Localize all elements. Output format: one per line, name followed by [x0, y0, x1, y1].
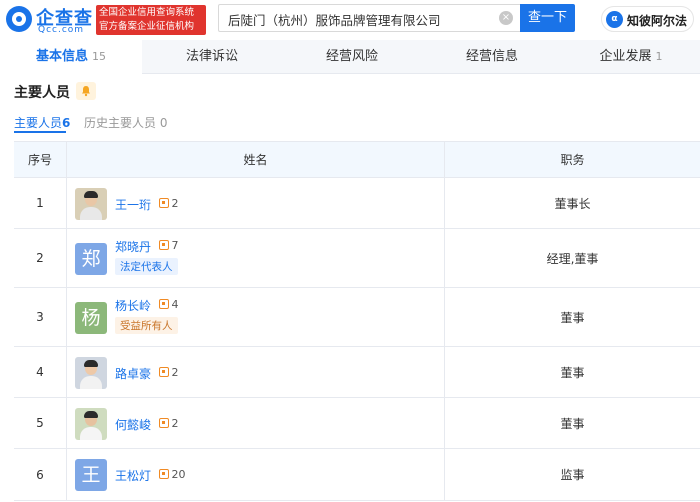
official-badge: 全国企业信用查询系统 官方备案企业征信机构 — [96, 5, 206, 35]
row-index: 6 — [36, 467, 44, 482]
row-index: 5 — [36, 416, 44, 430]
role-cell: 经理,董事 — [444, 229, 700, 287]
law-alpha-button[interactable]: α 知彼阿尔法 — [601, 6, 694, 32]
avatar[interactable] — [75, 357, 107, 389]
name-cell: 王王松灯 20 — [66, 449, 444, 500]
relation-icon — [158, 299, 169, 309]
search-button[interactable]: 查一下 — [520, 4, 575, 32]
related-companies-count[interactable]: 2 — [158, 197, 179, 210]
table-header: 序号 姓名 职务 — [14, 142, 700, 178]
subtab-count: 6 — [62, 116, 71, 130]
table-row: 3 杨杨长岭 4 受益所有人 董事 — [14, 288, 700, 347]
search-input-value: 后陡门（杭州）服饰品牌管理有限公司 — [228, 13, 441, 28]
row-index: 2 — [36, 251, 44, 265]
name-cell: 郑郑晓丹 7 法定代表人 — [66, 229, 444, 287]
main-tabs: 基本信息 15 法律诉讼 经营风险 经营信息 企业发展 1 — [0, 40, 700, 74]
tab-operation[interactable]: 经营信息 — [422, 40, 562, 74]
person-name-link[interactable]: 杨长岭 — [115, 297, 151, 314]
clear-search-icon[interactable]: × — [499, 11, 513, 25]
relation-icon — [158, 367, 169, 377]
tab-label: 经营信息 — [465, 49, 518, 64]
related-companies-count[interactable]: 2 — [158, 417, 179, 430]
name-cell: 路卓豪 2 — [66, 347, 444, 397]
qcc-logo[interactable]: 企查查 Qcc.com — [6, 6, 94, 35]
subtab-active-indicator — [14, 131, 66, 133]
search-input[interactable]: 后陡门（杭州）服饰品牌管理有限公司 × — [218, 4, 520, 32]
personnel-table: 序号 姓名 职务 1 王一珩 2 董事长 2 郑郑晓丹 7 法定代表人 经理,董事 3 杨杨长岭 4 受… — [14, 141, 700, 501]
subtab-key-personnel[interactable]: 主要人员6 — [14, 114, 70, 131]
top-bar: 企查查 Qcc.com 全国企业信用查询系统 官方备案企业征信机构 后陡门（杭州… — [0, 0, 700, 40]
name-cell: 何懿峻 2 — [66, 398, 444, 448]
avatar[interactable]: 杨 — [75, 302, 107, 334]
relation-count: 2 — [171, 417, 179, 430]
alpha-icon: α — [606, 11, 623, 28]
table-row: 6 王王松灯 20 监事 — [14, 449, 700, 501]
table-row: 5 何懿峻 2 董事 — [14, 398, 700, 449]
related-companies-count[interactable]: 7 — [158, 239, 179, 252]
tab-count: 1 — [655, 50, 663, 63]
role-cell: 董事 — [444, 288, 700, 346]
brand-domain: Qcc.com — [38, 25, 85, 35]
column-header-index: 序号 — [27, 153, 52, 167]
person-name-link[interactable]: 王一珩 — [115, 196, 151, 213]
related-companies-count[interactable]: 2 — [158, 366, 179, 379]
relation-icon — [158, 469, 169, 479]
subscribe-bell-icon[interactable] — [76, 82, 96, 100]
person-name-link[interactable]: 郑晓丹 — [115, 238, 151, 255]
avatar[interactable]: 郑 — [75, 243, 107, 275]
badge-line-2: 官方备案企业征信机构 — [99, 21, 195, 32]
section-title: 主要人员 — [14, 85, 70, 101]
relation-icon — [158, 198, 169, 208]
avatar[interactable] — [75, 188, 107, 220]
person-name-link[interactable]: 王松灯 — [115, 467, 151, 484]
qcc-logo-icon — [6, 6, 32, 32]
relation-count: 2 — [171, 197, 179, 210]
table-body: 1 王一珩 2 董事长 2 郑郑晓丹 7 法定代表人 经理,董事 3 杨杨长岭 4 受益所有人 董事 4 路卓… — [14, 178, 700, 501]
relation-icon — [158, 240, 169, 250]
related-companies-count[interactable]: 4 — [158, 298, 179, 311]
avatar[interactable] — [75, 408, 107, 440]
tab-basic-info[interactable]: 基本信息 15 — [0, 40, 142, 74]
row-index: 4 — [36, 365, 44, 379]
subtab-count: 0 — [159, 116, 168, 130]
relation-count: 2 — [171, 366, 179, 379]
subtab-label: 主要人员 — [14, 116, 63, 130]
row-index: 1 — [36, 196, 44, 210]
role-cell: 董事长 — [444, 178, 700, 228]
column-header-role: 职务 — [444, 142, 700, 178]
table-row: 1 王一珩 2 董事长 — [14, 178, 700, 229]
row-index: 3 — [36, 310, 44, 324]
relation-count: 7 — [171, 239, 179, 252]
law-alpha-label: 知彼阿尔法 — [627, 14, 688, 28]
table-row: 2 郑郑晓丹 7 法定代表人 经理,董事 — [14, 229, 700, 288]
badge-line-1: 全国企业信用查询系统 — [99, 7, 195, 18]
role-cell: 董事 — [444, 398, 700, 448]
name-cell: 王一珩 2 — [66, 178, 444, 228]
tab-label: 法律诉讼 — [185, 49, 238, 64]
relation-count: 4 — [171, 298, 179, 311]
tab-legal[interactable]: 法律诉讼 — [142, 40, 282, 74]
tab-label: 基本信息 — [35, 49, 88, 64]
name-cell: 杨杨长岭 4 受益所有人 — [66, 288, 444, 346]
tab-label: 企业发展 — [599, 49, 652, 64]
subtab-history-personnel[interactable]: 历史主要人员 0 — [84, 114, 167, 131]
tab-count: 15 — [92, 50, 106, 63]
relation-count: 20 — [171, 468, 186, 481]
subtab-label: 历史主要人员 — [84, 116, 157, 130]
tab-development[interactable]: 企业发展 1 — [562, 40, 700, 74]
role-cell: 董事 — [444, 347, 700, 397]
legal-representative-tag: 法定代表人 — [115, 258, 178, 275]
relation-icon — [158, 418, 169, 428]
table-row: 4 路卓豪 2 董事 — [14, 347, 700, 398]
person-name-link[interactable]: 何懿峻 — [115, 416, 151, 433]
avatar[interactable]: 王 — [75, 459, 107, 491]
role-cell: 监事 — [444, 449, 700, 500]
person-name-link[interactable]: 路卓豪 — [115, 365, 151, 382]
tab-label: 经营风险 — [325, 49, 378, 64]
beneficial-owner-tag: 受益所有人 — [115, 317, 178, 334]
tab-risk[interactable]: 经营风险 — [282, 40, 422, 74]
related-companies-count[interactable]: 20 — [158, 468, 186, 481]
column-header-name: 姓名 — [66, 142, 444, 178]
